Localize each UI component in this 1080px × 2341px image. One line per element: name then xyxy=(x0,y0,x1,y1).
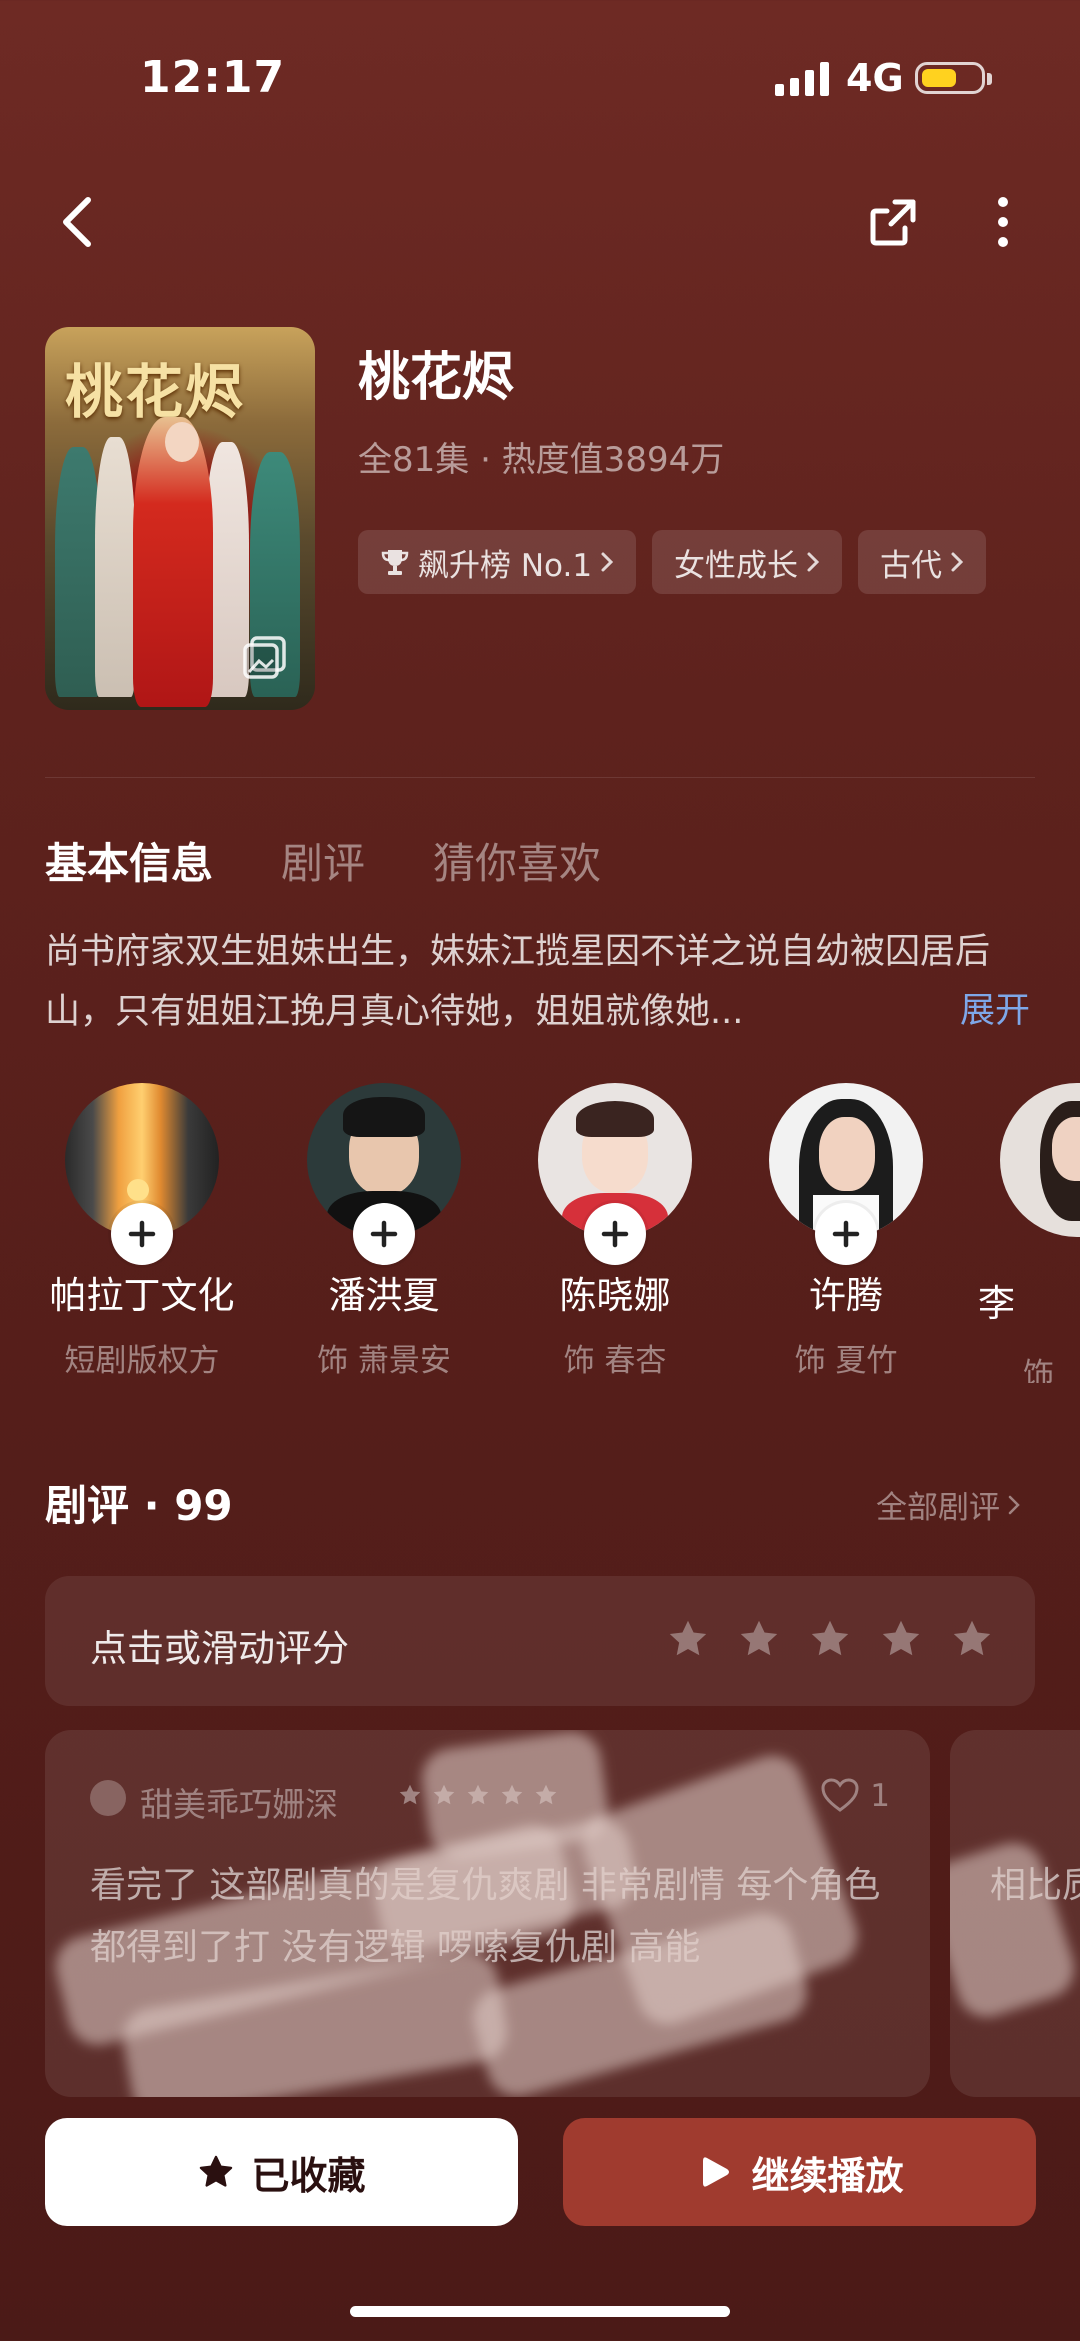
drama-meta: 全81集 · 热度值3894万 xyxy=(358,440,725,480)
play-icon xyxy=(703,2157,730,2187)
status-time: 12:17 xyxy=(140,52,286,103)
tab-recommendations[interactable]: 猜你喜欢 xyxy=(433,830,601,891)
review-card[interactable]: 相比质量总让 xyxy=(950,1730,1080,2097)
home-indicator xyxy=(350,2306,730,2317)
cast-role: 饰 xyxy=(1023,1357,1054,1383)
all-reviews-link[interactable]: 全部剧评 xyxy=(876,1482,1020,1527)
trophy-icon xyxy=(381,550,409,575)
star-icon[interactable] xyxy=(878,1616,924,1662)
review-user: 甜美乖巧姗深 xyxy=(140,1785,338,1824)
play-label: 继续播放 xyxy=(751,2153,904,2198)
chevron-right-icon xyxy=(1008,1495,1020,1514)
plus-icon xyxy=(370,1220,398,1248)
share-icon xyxy=(870,199,916,246)
back-button[interactable] xyxy=(38,182,118,262)
follow-button[interactable] xyxy=(353,1203,415,1265)
cast-role: 饰 夏竹 xyxy=(794,1343,898,1379)
plus-icon xyxy=(832,1220,860,1248)
poster-title: 桃花烬 xyxy=(65,358,246,426)
tag-genre[interactable]: 女性成长 xyxy=(652,530,843,594)
tab-reviews[interactable]: 剧评 xyxy=(281,830,365,891)
follow-button[interactable] xyxy=(815,1203,877,1265)
synopsis-text: 尚书府家双生姐妹出生，妹妹江揽星因不详之说自幼被囚居后山，只有姐姐江挽月真心待她… xyxy=(45,922,1035,1042)
tag-era[interactable]: 古代 xyxy=(858,530,987,594)
star-icon xyxy=(200,2155,233,2187)
cast-role: 短剧版权方 xyxy=(64,1343,220,1379)
cast-item-partial[interactable]: 李 饰 xyxy=(978,1083,1080,1383)
more-button[interactable] xyxy=(963,182,1043,262)
avatar xyxy=(1000,1083,1080,1237)
all-reviews-label: 全部剧评 xyxy=(876,1490,1000,1526)
star-icon xyxy=(399,1784,421,1805)
tag-label: 飙升榜 No.1 xyxy=(418,547,593,584)
chevron-left-icon xyxy=(63,197,91,247)
like-button[interactable]: 1 xyxy=(820,1778,890,1814)
reviews-title: 剧评 · 99 xyxy=(45,1481,233,1530)
star-icon[interactable] xyxy=(736,1616,782,1662)
chevron-right-icon xyxy=(807,552,820,572)
tag-list: 飙升榜 No.1 女性成长 古代 xyxy=(358,530,987,594)
cast-name: 李 xyxy=(978,1282,1015,1325)
more-vertical-icon xyxy=(998,197,1008,247)
battery-icon xyxy=(915,62,992,94)
synopsis-body: 尚书府家双生姐妹出生，妹妹江揽星因不详之说自幼被囚居后山，只有姐姐江挽月真心待她… xyxy=(45,932,991,1032)
expand-link[interactable]: 展开 xyxy=(960,982,1030,1033)
share-button[interactable] xyxy=(853,182,933,262)
cast-item[interactable]: 帕拉丁文化 短剧版权方 xyxy=(42,1083,242,1380)
tag-label: 女性成长 xyxy=(674,547,799,584)
cast-name: 陈晓娜 xyxy=(559,1274,671,1317)
cast-name: 潘洪夏 xyxy=(328,1274,440,1317)
network-label: 4G xyxy=(846,56,904,100)
star-icon[interactable] xyxy=(807,1616,853,1662)
rating-input[interactable]: 点击或滑动评分 xyxy=(45,1576,1035,1706)
drama-poster[interactable]: 桃花烬 xyxy=(45,327,315,710)
cast-role: 饰 春杏 xyxy=(563,1343,667,1379)
heart-icon xyxy=(821,1778,859,1812)
plus-icon xyxy=(128,1220,156,1248)
cast-name: 许腾 xyxy=(809,1274,883,1317)
chevron-right-icon xyxy=(951,552,964,572)
like-count: 1 xyxy=(870,1778,890,1814)
continue-play-button[interactable]: 继续播放 xyxy=(563,2118,1036,2226)
favorite-label: 已收藏 xyxy=(251,2153,366,2198)
gallery-icon[interactable] xyxy=(240,632,290,682)
cast-item[interactable]: 陈晓娜 饰 春杏 xyxy=(515,1083,715,1380)
follow-button[interactable] xyxy=(584,1203,646,1265)
tag-label: 古代 xyxy=(880,547,943,584)
favorite-button[interactable]: 已收藏 xyxy=(45,2118,518,2226)
drama-title: 桃花烬 xyxy=(358,348,515,408)
cast-name: 帕拉丁文化 xyxy=(49,1274,235,1317)
tab-bar: 基本信息 剧评 猜你喜欢 xyxy=(45,830,601,891)
tab-basic-info[interactable]: 基本信息 xyxy=(45,830,213,891)
divider xyxy=(45,777,1035,778)
cast-role: 饰 萧景安 xyxy=(317,1343,451,1379)
cast-item[interactable]: 潘洪夏 饰 萧景安 xyxy=(284,1083,484,1380)
rating-prompt: 点击或滑动评分 xyxy=(90,1627,349,1670)
tag-rank[interactable]: 飙升榜 No.1 xyxy=(358,530,637,594)
avatar xyxy=(90,1780,126,1816)
star-icon[interactable] xyxy=(949,1616,995,1662)
rating-stars[interactable] xyxy=(665,1616,995,1662)
star-icon[interactable] xyxy=(665,1616,711,1662)
cast-item[interactable]: 许腾 饰 夏竹 xyxy=(746,1083,946,1380)
chevron-right-icon xyxy=(601,552,614,572)
plus-icon xyxy=(601,1220,629,1248)
signal-icon xyxy=(775,60,829,96)
follow-button[interactable] xyxy=(111,1203,173,1265)
review-card[interactable]: 甜美乖巧姗深 1 看完了 这部剧真的是复仇爽剧 非常剧情 每个角色都得到了打 没… xyxy=(45,1730,930,2097)
